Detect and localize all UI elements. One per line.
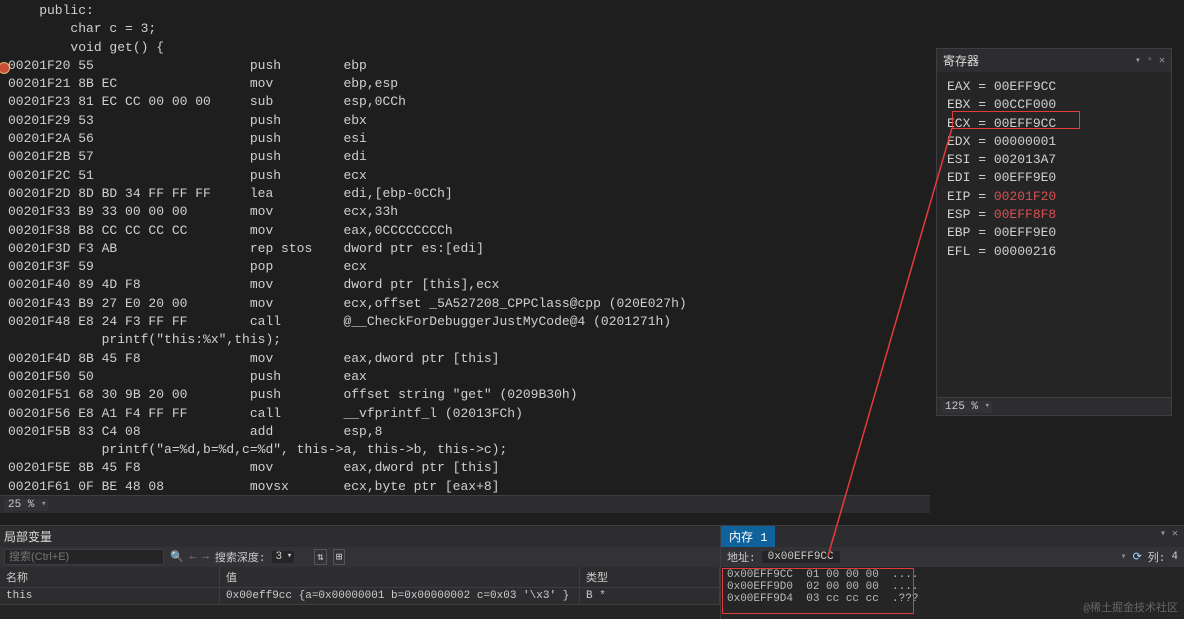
asm-line[interactable]: 00201F23 81 EC CC 00 00 00 sub esp,0CCh xyxy=(8,93,922,111)
editor-zoom-bar: 25 % xyxy=(0,495,930,513)
source-line: printf("this:%x",this); xyxy=(8,331,922,349)
asm-line[interactable]: 00201F51 68 30 9B 20 00 push offset stri… xyxy=(8,386,922,404)
asm-line[interactable]: 00201F3D F3 AB rep stos dword ptr es:[ed… xyxy=(8,240,922,258)
toolbar-icon-2[interactable]: ⊞ xyxy=(333,549,346,565)
register-row-edx[interactable]: EDX = 00000001 xyxy=(947,133,1161,151)
panel-dropdown-icon[interactable]: ▾ xyxy=(1135,55,1141,67)
memory-row[interactable]: 0x00EFF9D0 02 00 00 00 .... xyxy=(727,581,1178,593)
register-row-eax[interactable]: EAX = 00EFF9CC xyxy=(947,78,1161,96)
locals-columns-header: 名称 值 类型 xyxy=(0,567,720,588)
asm-line[interactable]: 00201F2C 51 push ecx xyxy=(8,167,922,185)
asm-line[interactable]: 00201F38 B8 CC CC CC CC mov eax,0CCCCCCC… xyxy=(8,222,922,240)
asm-line[interactable]: 00201F5B 83 C4 08 add esp,8 xyxy=(8,423,922,441)
locals-search-input[interactable] xyxy=(4,549,164,565)
locals-toolbar: 🔍 ←→ 搜索深度: 3▾ ⇅ ⊞ xyxy=(0,547,720,567)
register-row-efl[interactable]: EFL = 00000216 xyxy=(947,243,1161,261)
memory-tabbar: 内存 1 ▾ ✕ xyxy=(721,526,1184,547)
watermark: @稀土掘金技术社区 xyxy=(1083,599,1178,615)
editor-zoom-select[interactable]: 25 % xyxy=(4,499,48,511)
register-row-edi[interactable]: EDI = 00EFF9E0 xyxy=(947,169,1161,187)
asm-line[interactable]: 00201F50 50 push eax xyxy=(8,368,922,386)
search-depth-label: 搜索深度: xyxy=(215,549,266,565)
register-row-ebx[interactable]: EBX = 00CCF000 xyxy=(947,96,1161,114)
asm-line[interactable]: 00201F56 E8 A1 F4 FF FF call __vfprintf_… xyxy=(8,405,922,423)
asm-line[interactable]: 00201F21 8B EC mov ebp,esp xyxy=(8,75,922,93)
asm-line[interactable]: 00201F4D 8B 45 F8 mov eax,dword ptr [thi… xyxy=(8,350,922,368)
disassembly-editor[interactable]: public: char c = 3; void get() {00201F20… xyxy=(0,0,930,495)
registers-zoom-select[interactable]: 125 % xyxy=(941,401,992,413)
asm-line[interactable]: 00201F2A 56 push esi xyxy=(8,130,922,148)
memory-address-label: 地址: xyxy=(727,549,756,565)
asm-line[interactable]: 00201F33 B9 33 00 00 00 mov ecx,33h xyxy=(8,203,922,221)
local-name[interactable]: this xyxy=(0,588,220,605)
memory-address-bar: 地址: 0x00EFF9CC ▾ ⟳ 列: 4 xyxy=(721,547,1184,567)
panel-close-icon[interactable]: ✕ xyxy=(1159,55,1165,67)
col-value[interactable]: 值 xyxy=(220,567,580,588)
search-depth-select[interactable]: 3▾ xyxy=(272,551,295,563)
local-type: B * xyxy=(580,588,720,605)
register-row-esi[interactable]: ESI = 002013A7 xyxy=(947,151,1161,169)
asm-line[interactable]: 00201F61 0F BE 48 08 movsx ecx,byte ptr … xyxy=(8,478,922,495)
col-name[interactable]: 名称 xyxy=(0,567,220,588)
locals-title: 局部变量 xyxy=(0,526,720,547)
registers-zoom-bar: 125 % xyxy=(937,397,1171,415)
asm-line[interactable]: 00201F5E 8B 45 F8 mov eax,dword ptr [thi… xyxy=(8,459,922,477)
col-type[interactable]: 类型 xyxy=(580,567,720,588)
memory-address-input[interactable]: 0x00EFF9CC xyxy=(762,551,840,563)
memory-tab-1[interactable]: 内存 1 xyxy=(721,526,775,547)
asm-line[interactable]: 00201F48 E8 24 F3 FF FF call @__CheckFor… xyxy=(8,313,922,331)
asm-line[interactable]: 00201F2B 57 push edi xyxy=(8,148,922,166)
source-line: printf("a=%d,b=%d,c=%d", this->a, this->… xyxy=(8,441,922,459)
toolbar-icon-1[interactable]: ⇅ xyxy=(314,549,327,565)
asm-line[interactable]: 00201F40 89 4D F8 mov dword ptr [this],e… xyxy=(8,276,922,294)
registers-panel: 寄存器 ▾ ▫ ✕ EAX = 00EFF9CCEBX = 00CCF000EC… xyxy=(936,48,1172,416)
register-row-ecx[interactable]: ECX = 00EFF9CC xyxy=(947,115,1161,133)
memory-row[interactable]: 0x00EFF9CC 01 00 00 00 .... xyxy=(727,569,1178,581)
asm-line[interactable]: 00201F20 55 push ebp xyxy=(8,57,922,75)
source-line: char c = 3; xyxy=(8,20,922,38)
panel-maximize-icon[interactable]: ▫ xyxy=(1147,55,1153,67)
source-line: public: xyxy=(8,2,922,20)
local-value[interactable]: 0x00eff9cc {a=0x00000001 b=0x00000002 c=… xyxy=(220,588,580,605)
registers-title: 寄存器 xyxy=(943,52,979,69)
asm-line[interactable]: 00201F2D 8D BD 34 FF FF FF lea edi,[ebp-… xyxy=(8,185,922,203)
memory-close-icon[interactable]: ▾ ✕ xyxy=(1154,526,1184,542)
locals-panel: 局部变量 🔍 ←→ 搜索深度: 3▾ ⇅ ⊞ 名称 值 类型 this0x00e… xyxy=(0,525,720,619)
memory-columns-label: 列: xyxy=(1148,549,1166,565)
asm-line[interactable]: 00201F43 B9 27 E0 20 00 mov ecx,offset _… xyxy=(8,295,922,313)
register-row-ebp[interactable]: EBP = 00EFF9E0 xyxy=(947,224,1161,242)
search-icon[interactable]: 🔍 xyxy=(170,550,184,564)
asm-line[interactable]: 00201F29 53 push ebx xyxy=(8,112,922,130)
source-line: void get() { xyxy=(8,39,922,57)
memory-columns-value[interactable]: 4 xyxy=(1171,551,1178,563)
register-row-eip[interactable]: EIP = 00201F20 xyxy=(947,188,1161,206)
asm-line[interactable]: 00201F3F 59 pop ecx xyxy=(8,258,922,276)
registers-title-bar: 寄存器 ▾ ▫ ✕ xyxy=(937,49,1171,72)
refresh-icon[interactable]: ⟳ xyxy=(1133,550,1142,564)
register-row-esp[interactable]: ESP = 00EFF8F8 xyxy=(947,206,1161,224)
